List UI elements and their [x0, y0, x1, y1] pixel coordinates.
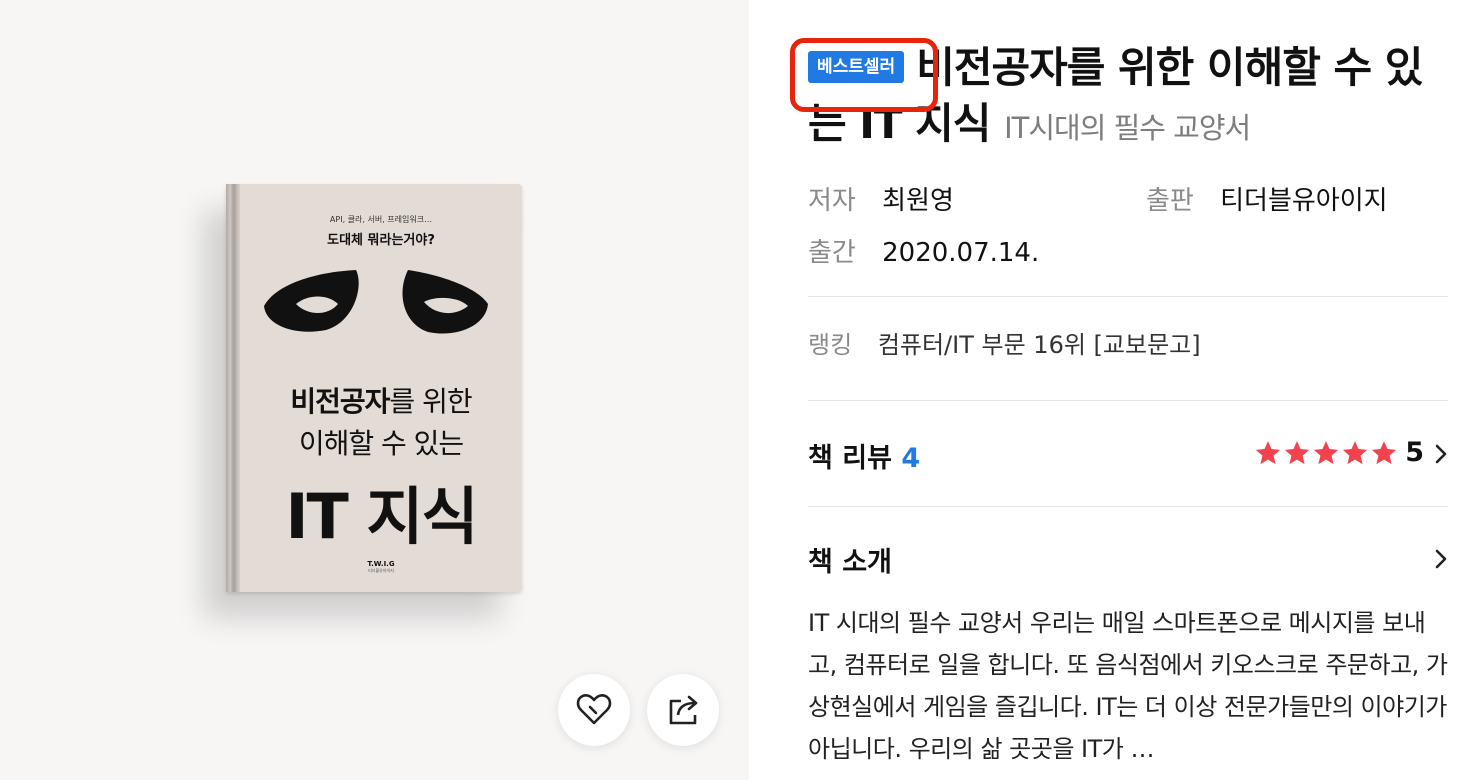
share-icon	[669, 695, 698, 725]
author-row: 저자 최원영	[808, 186, 954, 216]
star-icon	[1255, 441, 1281, 465]
star-icon	[1342, 441, 1368, 465]
cover-question: 도대체 뭐라는거야?	[327, 233, 435, 248]
divider	[808, 296, 1448, 297]
star-rating	[1254, 439, 1398, 467]
ranking-value[interactable]: 컴퓨터/IT 부문 16위 [교보문고]	[878, 331, 1201, 359]
publisher-row: 출판 티더블유아이지	[1146, 186, 1388, 216]
divider	[808, 506, 1448, 507]
star-icon	[1371, 441, 1397, 465]
ranking-label: 랭킹	[808, 331, 853, 359]
product-title-block: 베스트셀러 비전공자를 위한 이해할 수 있는 IT 지식 IT시대의 필수 교양…	[790, 38, 1448, 156]
author-link[interactable]: 최원영	[882, 186, 954, 216]
cover-title-line-2: 이해할 수 있는	[298, 427, 464, 460]
star-icon	[1313, 441, 1339, 465]
cover-publisher-logo: T.W.I.G 티더블유아이지	[367, 560, 395, 573]
rating-score: 5	[1405, 437, 1424, 468]
like-button[interactable]	[558, 674, 630, 746]
intro-title: 책 소개	[808, 547, 892, 578]
chevron-right-icon[interactable]	[1434, 443, 1448, 465]
date-row: 출간 2020.07.14.	[808, 238, 1039, 268]
intro-text: IT 시대의 필수 교양서 우리는 매일 스마트폰으로 메시지를 보내고, 컴퓨…	[808, 609, 1448, 763]
star-icon	[1284, 441, 1310, 465]
ranking-row: 랭킹 컴퓨터/IT 부문 16위 [교보문고]	[808, 330, 1201, 360]
share-button[interactable]	[647, 674, 719, 746]
cover-panel: API, 클라, 서버, 프레임워크… 도대체 뭐라는거야? 비전공자를 위한 …	[0, 0, 749, 780]
cover-title-line-3: IT 지식	[285, 480, 478, 553]
product-info: 베스트셀러 비전공자를 위한 이해할 수 있는 IT 지식 IT시대의 필수 교양…	[790, 38, 1448, 763]
publisher-link[interactable]: 티더블유아이지	[1220, 186, 1387, 216]
review-count: 4	[901, 443, 921, 474]
divider	[808, 400, 1448, 401]
chevron-right-icon[interactable]	[1434, 548, 1448, 570]
heart-icon	[576, 694, 612, 725]
cover-eyes-illustration	[264, 270, 488, 334]
author-label: 저자	[808, 186, 856, 216]
date-label: 출간	[808, 238, 856, 268]
review-link[interactable]: 책 리뷰 4	[808, 436, 920, 475]
review-label: 책 리뷰	[808, 443, 892, 474]
book-cover[interactable]: API, 클라, 서버, 프레임워크… 도대체 뭐라는거야? 비전공자를 위한 …	[226, 184, 522, 592]
cover-title-line-1: 비전공자를 위한	[290, 385, 472, 418]
publish-date: 2020.07.14.	[882, 238, 1040, 268]
book-spine	[226, 184, 240, 592]
badge-highlight-box	[790, 38, 938, 112]
cover-subtitle: API, 클라, 서버, 프레임워크…	[329, 215, 433, 224]
publisher-label: 출판	[1146, 186, 1194, 216]
product-subtitle: IT시대의 필수 교양서	[1004, 111, 1251, 145]
